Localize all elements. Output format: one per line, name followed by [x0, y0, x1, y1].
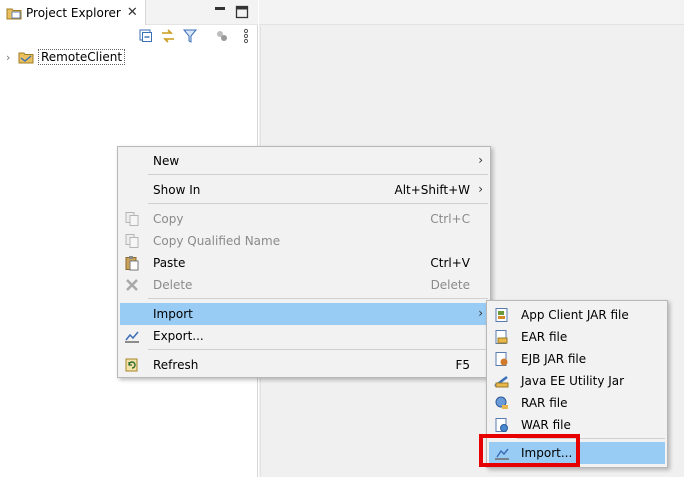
submenu-arrow-icon: › [478, 182, 483, 196]
project-label: RemoteClient [38, 49, 126, 65]
link-with-editor-icon[interactable] [160, 28, 176, 44]
submenu-arrow-icon: › [478, 153, 483, 167]
submenu-item-app-client-jar[interactable]: App Client JAR file [489, 304, 665, 326]
refresh-icon [124, 357, 140, 373]
menu-item-label: Import [153, 307, 193, 321]
menu-item-refresh[interactable]: Refresh F5 [120, 354, 488, 376]
war-file-icon [494, 417, 510, 433]
submenu-item-label: App Client JAR file [521, 308, 629, 322]
ear-file-icon [494, 329, 510, 345]
menu-item-label: Copy Qualified Name [153, 234, 281, 248]
menu-item-label: Paste [153, 256, 186, 270]
utility-jar-icon [494, 373, 510, 389]
submenu-arrow-icon: › [478, 306, 483, 320]
minimize-icon[interactable] [213, 5, 227, 19]
menu-item-export[interactable]: Export... [120, 325, 488, 347]
view-tab-bar: Project Explorer ✕ [0, 0, 258, 25]
submenu-item-label: WAR file [521, 418, 571, 432]
menu-item-new[interactable]: New › [120, 150, 488, 172]
project-folder-icon [18, 50, 34, 64]
submenu-item-label: RAR file [521, 396, 568, 410]
menu-item-label: Export... [153, 329, 204, 343]
rar-file-icon [494, 395, 510, 411]
menu-separator [148, 203, 488, 204]
submenu-item-label: EJB JAR file [521, 352, 587, 366]
menu-item-label: New [153, 154, 180, 168]
menu-item-shortcut: Ctrl+C [430, 212, 470, 226]
filter-icon[interactable] [182, 28, 198, 44]
menu-item-paste[interactable]: Paste Ctrl+V [120, 252, 488, 274]
explorer-toolbar [0, 26, 258, 46]
paste-icon [124, 255, 140, 271]
menu-item-shortcut: Ctrl+V [430, 256, 470, 270]
menu-item-shortcut: Alt+Shift+W [394, 183, 471, 197]
menu-item-label: Copy [153, 212, 184, 226]
menu-separator [148, 298, 488, 299]
submenu-item-java-ee-utility-jar[interactable]: Java EE Utility Jar [489, 370, 665, 392]
menu-item-show-in[interactable]: Show In Alt+Shift+W › [120, 179, 488, 201]
menu-item-label: Show In [153, 183, 201, 197]
copy-qualified-name-icon [124, 233, 140, 249]
menu-separator [148, 349, 488, 350]
context-menu: New › Show In Alt+Shift+W › Copy Ctrl+C … [117, 146, 491, 378]
submenu-item-rar-file[interactable]: RAR file [489, 392, 665, 414]
focus-on-active-task-icon[interactable] [214, 28, 230, 44]
expand-chevron-icon[interactable]: › [6, 51, 18, 64]
tree-item-remoteclient[interactable]: › RemoteClient [6, 48, 126, 66]
menu-item-label: Refresh [153, 358, 199, 372]
ejb-jar-icon [494, 351, 510, 367]
menu-item-copy[interactable]: Copy Ctrl+C [120, 208, 488, 230]
collapse-all-icon[interactable] [138, 28, 154, 44]
submenu-item-ear-file[interactable]: EAR file [489, 326, 665, 348]
export-icon [124, 328, 140, 344]
menu-item-shortcut: Delete [430, 278, 470, 292]
menu-item-delete[interactable]: Delete Delete [120, 274, 488, 296]
maximize-icon[interactable] [235, 5, 249, 19]
menu-item-import[interactable]: Import › [120, 303, 488, 325]
menu-item-label: Delete [153, 278, 193, 292]
submenu-item-label: Java EE Utility Jar [521, 374, 625, 388]
menu-item-shortcut: F5 [455, 358, 470, 372]
menu-item-copy-qualified-name[interactable]: Copy Qualified Name [120, 230, 488, 252]
delete-icon [124, 277, 140, 293]
menu-separator [148, 174, 488, 175]
view-menu-icon[interactable] [238, 28, 254, 44]
submenu-item-label: EAR file [521, 330, 568, 344]
project-explorer-tab-label: Project Explorer [26, 5, 121, 20]
submenu-item-war-file[interactable]: WAR file [489, 414, 665, 436]
copy-icon [124, 211, 140, 227]
app-client-jar-icon [494, 307, 510, 323]
annotation-highlight-box [479, 434, 580, 467]
project-explorer-icon [6, 6, 22, 20]
project-explorer-tab[interactable]: Project Explorer ✕ [0, 0, 146, 25]
close-icon[interactable]: ✕ [127, 6, 138, 19]
editor-tab-bar [259, 0, 684, 25]
submenu-item-ejb-jar[interactable]: EJB JAR file [489, 348, 665, 370]
